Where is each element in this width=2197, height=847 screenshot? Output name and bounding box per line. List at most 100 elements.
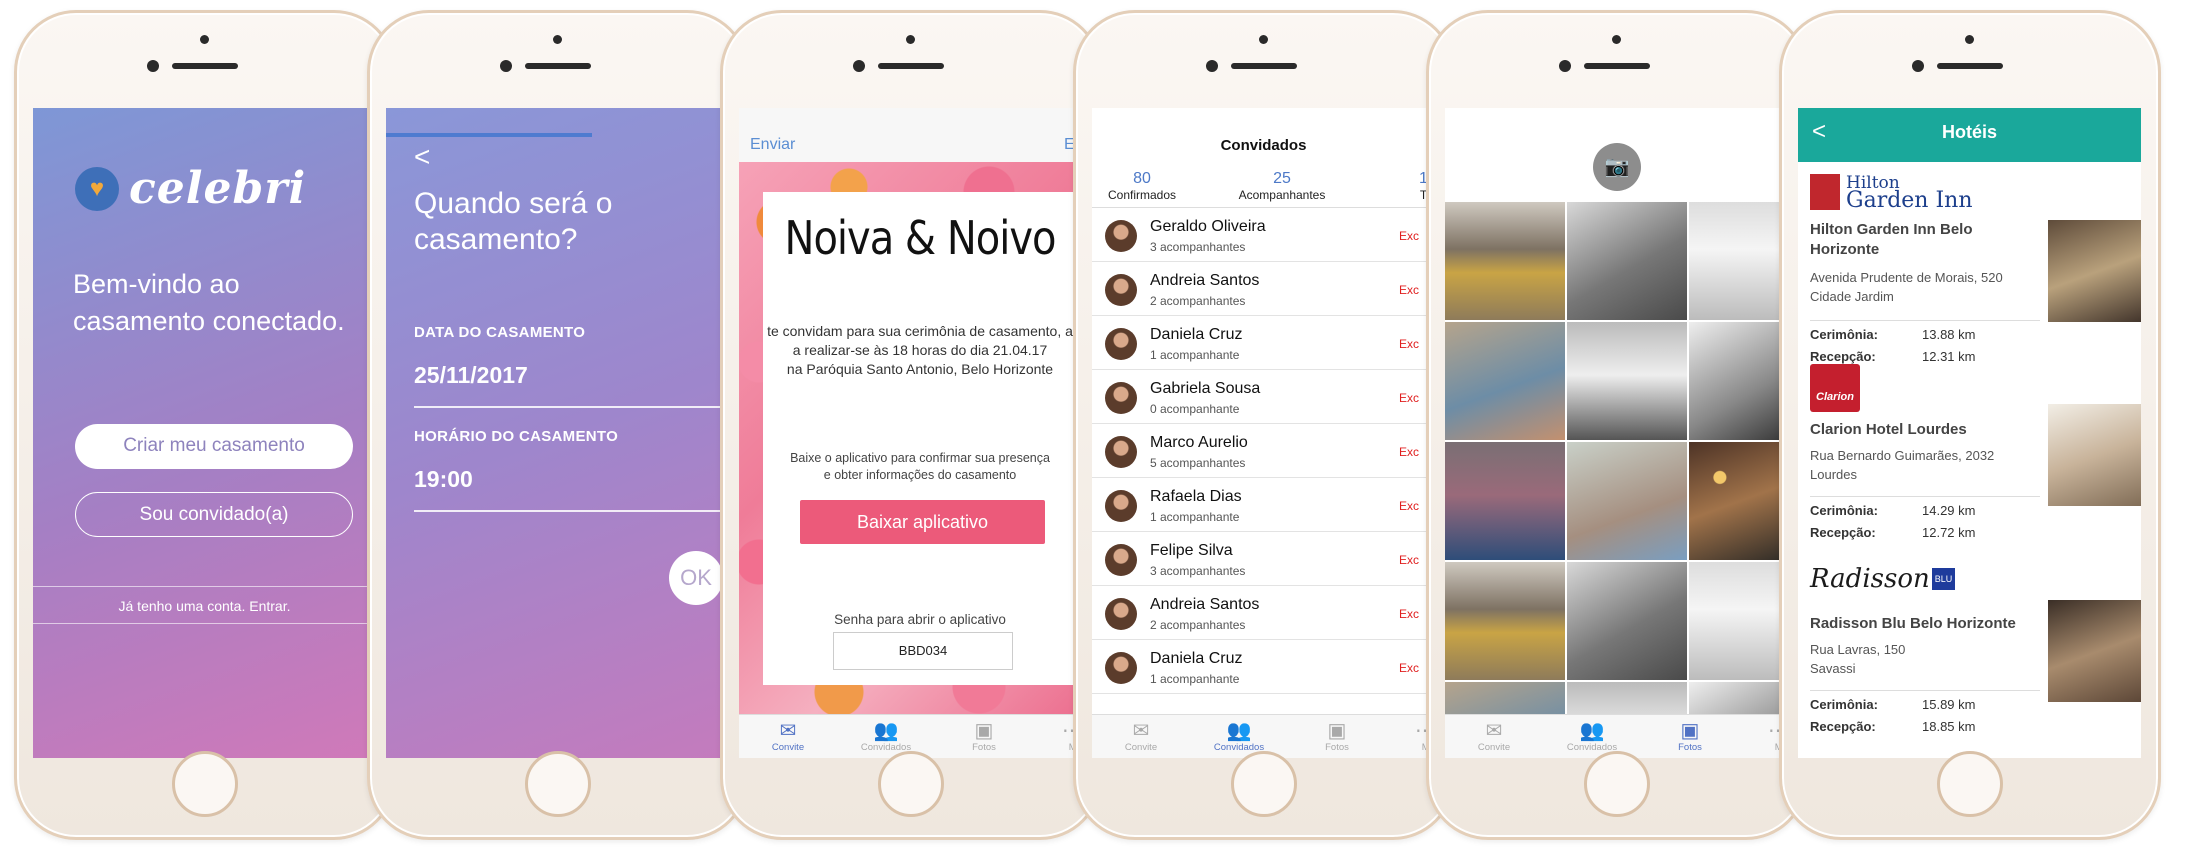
invitation-line: na Paróquia Santo Antonio, Belo Horizont… bbox=[786, 361, 1054, 377]
hotel-address: Rua Lavras, 150 Savassi bbox=[1810, 640, 2040, 678]
home-button[interactable] bbox=[172, 751, 238, 817]
time-field[interactable]: 19:00 bbox=[414, 466, 473, 493]
guest-row[interactable]: Andreia Santos 2 acompanhantes Exc bbox=[1092, 586, 1435, 640]
stat-label: Confirmados bbox=[1107, 188, 1177, 202]
front-sensor bbox=[1965, 35, 1974, 44]
delete-button[interactable]: Exc bbox=[1399, 391, 1419, 405]
hotel-photo bbox=[2048, 404, 2141, 506]
guest-row[interactable]: Andreia Santos 2 acompanhantes Exc bbox=[1092, 262, 1435, 316]
reception-distance: 12.72 km bbox=[1922, 525, 1976, 540]
photos-screen: 📷 ✉Convite 👥Convidados ▣Fotos ⋯Ma bbox=[1445, 108, 1788, 758]
avatar bbox=[1105, 544, 1137, 576]
delete-button[interactable]: Exc bbox=[1399, 553, 1419, 567]
tab-label: Convite bbox=[1477, 742, 1511, 753]
instruction-line: Baixe o aplicativo para confirmar sua pr… bbox=[790, 451, 1050, 465]
tab-fotos[interactable]: ▣ Fotos bbox=[935, 715, 1033, 758]
stat-confirmed[interactable]: 80 Confirmados bbox=[1106, 170, 1178, 202]
guest-row[interactable]: Daniela Cruz 1 acompanhante Exc bbox=[1092, 640, 1435, 694]
photo-thumbnail[interactable] bbox=[1567, 562, 1687, 680]
photos-icon: ▣ bbox=[974, 720, 994, 742]
hotel-distances: Cerimônia: 15.89 km Recepção: 18.85 km bbox=[1810, 694, 1975, 738]
people-icon: 👥 bbox=[873, 720, 899, 742]
photo-thumbnail[interactable] bbox=[1689, 322, 1788, 440]
phone-frame-6: < Hotéis Hilton Garden Inn Hilton Garden… bbox=[1779, 10, 2161, 840]
front-camera bbox=[853, 60, 865, 72]
guest-row[interactable]: Gabriela Sousa 0 acompanhante Exc bbox=[1092, 370, 1435, 424]
home-button[interactable] bbox=[1231, 751, 1297, 817]
guest-companions: 5 acompanhantes bbox=[1150, 456, 1246, 470]
delete-button[interactable]: Exc bbox=[1399, 607, 1419, 621]
delete-button[interactable]: Exc bbox=[1399, 661, 1419, 675]
photo-thumbnail[interactable] bbox=[1445, 562, 1565, 680]
time-label: HORÁRIO DO CASAMENTO bbox=[414, 428, 619, 445]
tab-convite[interactable]: ✉ Convite bbox=[1445, 715, 1543, 758]
phone-frame-3: Enviar Ed Noiva & Noivo te convidam para… bbox=[720, 10, 1102, 840]
password-field[interactable]: BBD034 bbox=[833, 632, 1013, 670]
delete-button[interactable]: Exc bbox=[1399, 499, 1419, 513]
guest-button[interactable]: Sou convidado(a) bbox=[75, 492, 353, 537]
camera-icon[interactable]: 📷 bbox=[1593, 143, 1641, 191]
hotel-address: Rua Bernardo Guimarães, 2032 Lourdes bbox=[1810, 446, 2040, 484]
earpiece-speaker bbox=[172, 63, 238, 69]
tab-label: Convite bbox=[1124, 742, 1158, 753]
tab-convite[interactable]: ✉ Convite bbox=[739, 715, 837, 758]
photo-thumbnail[interactable] bbox=[1445, 442, 1565, 560]
avatar bbox=[1105, 328, 1137, 360]
photo-thumbnail[interactable] bbox=[1445, 202, 1565, 320]
delete-button[interactable]: Exc bbox=[1399, 337, 1419, 351]
send-button[interactable]: Enviar bbox=[750, 136, 795, 154]
download-app-button[interactable]: Baixar aplicativo bbox=[800, 500, 1045, 544]
guest-row[interactable]: Marco Aurelio 5 acompanhantes Exc bbox=[1092, 424, 1435, 478]
hotels-screen: < Hotéis Hilton Garden Inn Hilton Garden… bbox=[1798, 108, 2141, 758]
photo-thumbnail[interactable] bbox=[1567, 322, 1687, 440]
ceremony-label: Cerimônia: bbox=[1810, 503, 1878, 518]
guest-row[interactable]: Felipe Silva 3 acompanhantes Exc bbox=[1092, 532, 1435, 586]
delete-button[interactable]: Exc bbox=[1399, 229, 1419, 243]
delete-button[interactable]: Exc bbox=[1399, 445, 1419, 459]
guest-row[interactable]: Daniela Cruz 1 acompanhante Exc bbox=[1092, 316, 1435, 370]
guest-companions: 0 acompanhante bbox=[1150, 402, 1240, 416]
guest-row[interactable]: Geraldo Oliveira 3 acompanhantes Exc bbox=[1092, 208, 1435, 262]
photo-thumbnail[interactable] bbox=[1445, 322, 1565, 440]
guests-screen: Convidados 80 Confirmados 25 Acompanhantes… bbox=[1092, 108, 1435, 758]
nav-bar: Enviar Ed bbox=[739, 108, 1082, 162]
avatar bbox=[1105, 436, 1137, 468]
guest-companions: 2 acompanhantes bbox=[1150, 294, 1246, 308]
guest-name: Daniela Cruz bbox=[1150, 650, 1243, 667]
back-button[interactable]: < bbox=[414, 141, 430, 173]
guest-name: Marco Aurelio bbox=[1150, 434, 1248, 451]
photo-thumbnail[interactable] bbox=[1689, 202, 1788, 320]
tab-convite[interactable]: ✉ Convite bbox=[1092, 715, 1190, 758]
stat-companions[interactable]: 25 Acompanhantes bbox=[1232, 170, 1332, 202]
photo-thumbnail[interactable] bbox=[1567, 202, 1687, 320]
create-wedding-button[interactable]: Criar meu casamento bbox=[75, 424, 353, 469]
tab-fotos[interactable]: ▣ Fotos bbox=[1641, 715, 1739, 758]
earpiece-speaker bbox=[1584, 63, 1650, 69]
home-button[interactable] bbox=[525, 751, 591, 817]
login-link[interactable]: Já tenho uma conta. Entrar. bbox=[33, 598, 376, 614]
date-field[interactable]: 25/11/2017 bbox=[414, 362, 528, 389]
photo-thumbnail[interactable] bbox=[1689, 562, 1788, 680]
stat-label: Acompanhantes bbox=[1238, 188, 1326, 202]
guest-row[interactable]: Rafaela Dias 1 acompanhante Exc bbox=[1092, 478, 1435, 532]
tab-fotos[interactable]: ▣ Fotos bbox=[1288, 715, 1386, 758]
delete-button[interactable]: Exc bbox=[1399, 283, 1419, 297]
avatar bbox=[1105, 220, 1137, 252]
tab-label: Fotos bbox=[972, 742, 996, 753]
ok-button[interactable]: OK bbox=[669, 551, 723, 605]
reception-distance: 12.31 km bbox=[1922, 349, 1976, 364]
ceremony-label: Cerimônia: bbox=[1810, 327, 1878, 342]
photo-thumbnail[interactable] bbox=[1567, 442, 1687, 560]
home-button[interactable] bbox=[1584, 751, 1650, 817]
photo-thumbnail[interactable] bbox=[1689, 442, 1788, 560]
guest-companions: 1 acompanhante bbox=[1150, 348, 1240, 362]
home-button[interactable] bbox=[1937, 751, 2003, 817]
guest-companions: 3 acompanhantes bbox=[1150, 240, 1246, 254]
guest-name: Andreia Santos bbox=[1150, 272, 1260, 289]
home-button[interactable] bbox=[878, 751, 944, 817]
hotel-photo bbox=[2048, 220, 2141, 322]
hilton-emblem bbox=[1810, 174, 1840, 210]
ceremony-label: Cerimônia: bbox=[1810, 697, 1878, 712]
address-line: Rua Bernardo Guimarães, 2032 bbox=[1810, 448, 1995, 463]
phone-frame-2: < Quando será o casamento? DATA DO CASAM… bbox=[367, 10, 749, 840]
